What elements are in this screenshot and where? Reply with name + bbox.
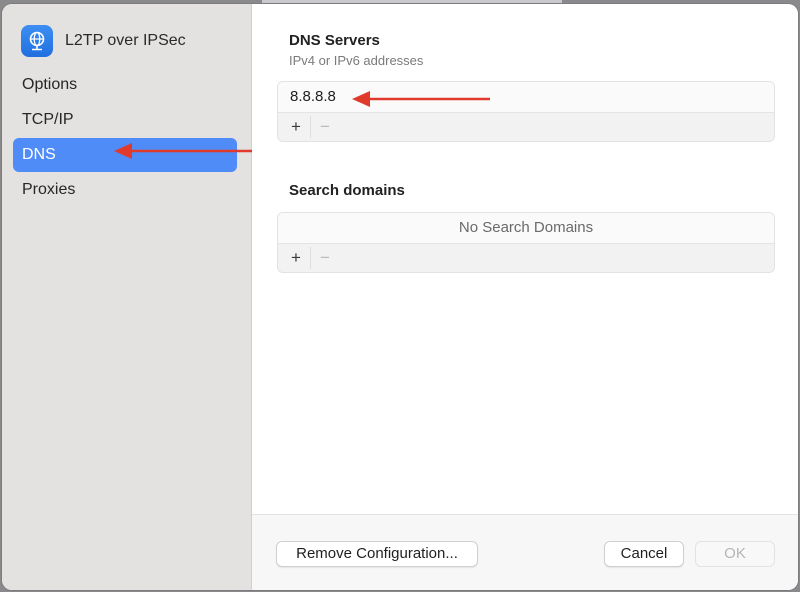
dns-servers-subtitle: IPv4 or IPv6 addresses (289, 53, 424, 68)
add-search-domain-button[interactable]: + (282, 247, 310, 269)
dns-servers-toolbar: + − (278, 113, 774, 141)
search-domains-toolbar: + − (278, 244, 774, 272)
annotation-arrow-icon (114, 143, 252, 159)
sidebar-item-tcpip[interactable]: TCP/IP (13, 103, 237, 137)
dialog-footer: Remove Configuration... Cancel OK (252, 514, 798, 590)
sidebar: L2TP over IPSec Options TCP/IP DNS Proxi… (2, 4, 252, 590)
sidebar-list: Options TCP/IP DNS Proxies (13, 68, 237, 208)
remove-configuration-button[interactable]: Remove Configuration... (276, 541, 478, 567)
sidebar-header: L2TP over IPSec (21, 24, 186, 58)
sidebar-item-proxies[interactable]: Proxies (13, 173, 237, 207)
search-domains-list: No Search Domains + − (277, 212, 775, 273)
cancel-button[interactable]: Cancel (604, 541, 684, 567)
dns-servers-title: DNS Servers (289, 32, 380, 49)
ok-button[interactable]: OK (695, 541, 775, 567)
dns-panel: DNS Servers IPv4 or IPv6 addresses 8.8.8… (252, 4, 798, 514)
search-domains-empty-label: No Search Domains (278, 213, 774, 244)
sidebar-item-options[interactable]: Options (13, 68, 237, 102)
add-dns-server-button[interactable]: + (282, 116, 310, 138)
remove-dns-server-button[interactable]: − (310, 116, 339, 138)
annotation-arrow-icon (352, 91, 490, 107)
remove-search-domain-button[interactable]: − (310, 247, 339, 269)
search-domains-title: Search domains (289, 182, 405, 199)
globe-network-icon (21, 25, 53, 57)
connection-name: L2TP over IPSec (65, 32, 186, 49)
